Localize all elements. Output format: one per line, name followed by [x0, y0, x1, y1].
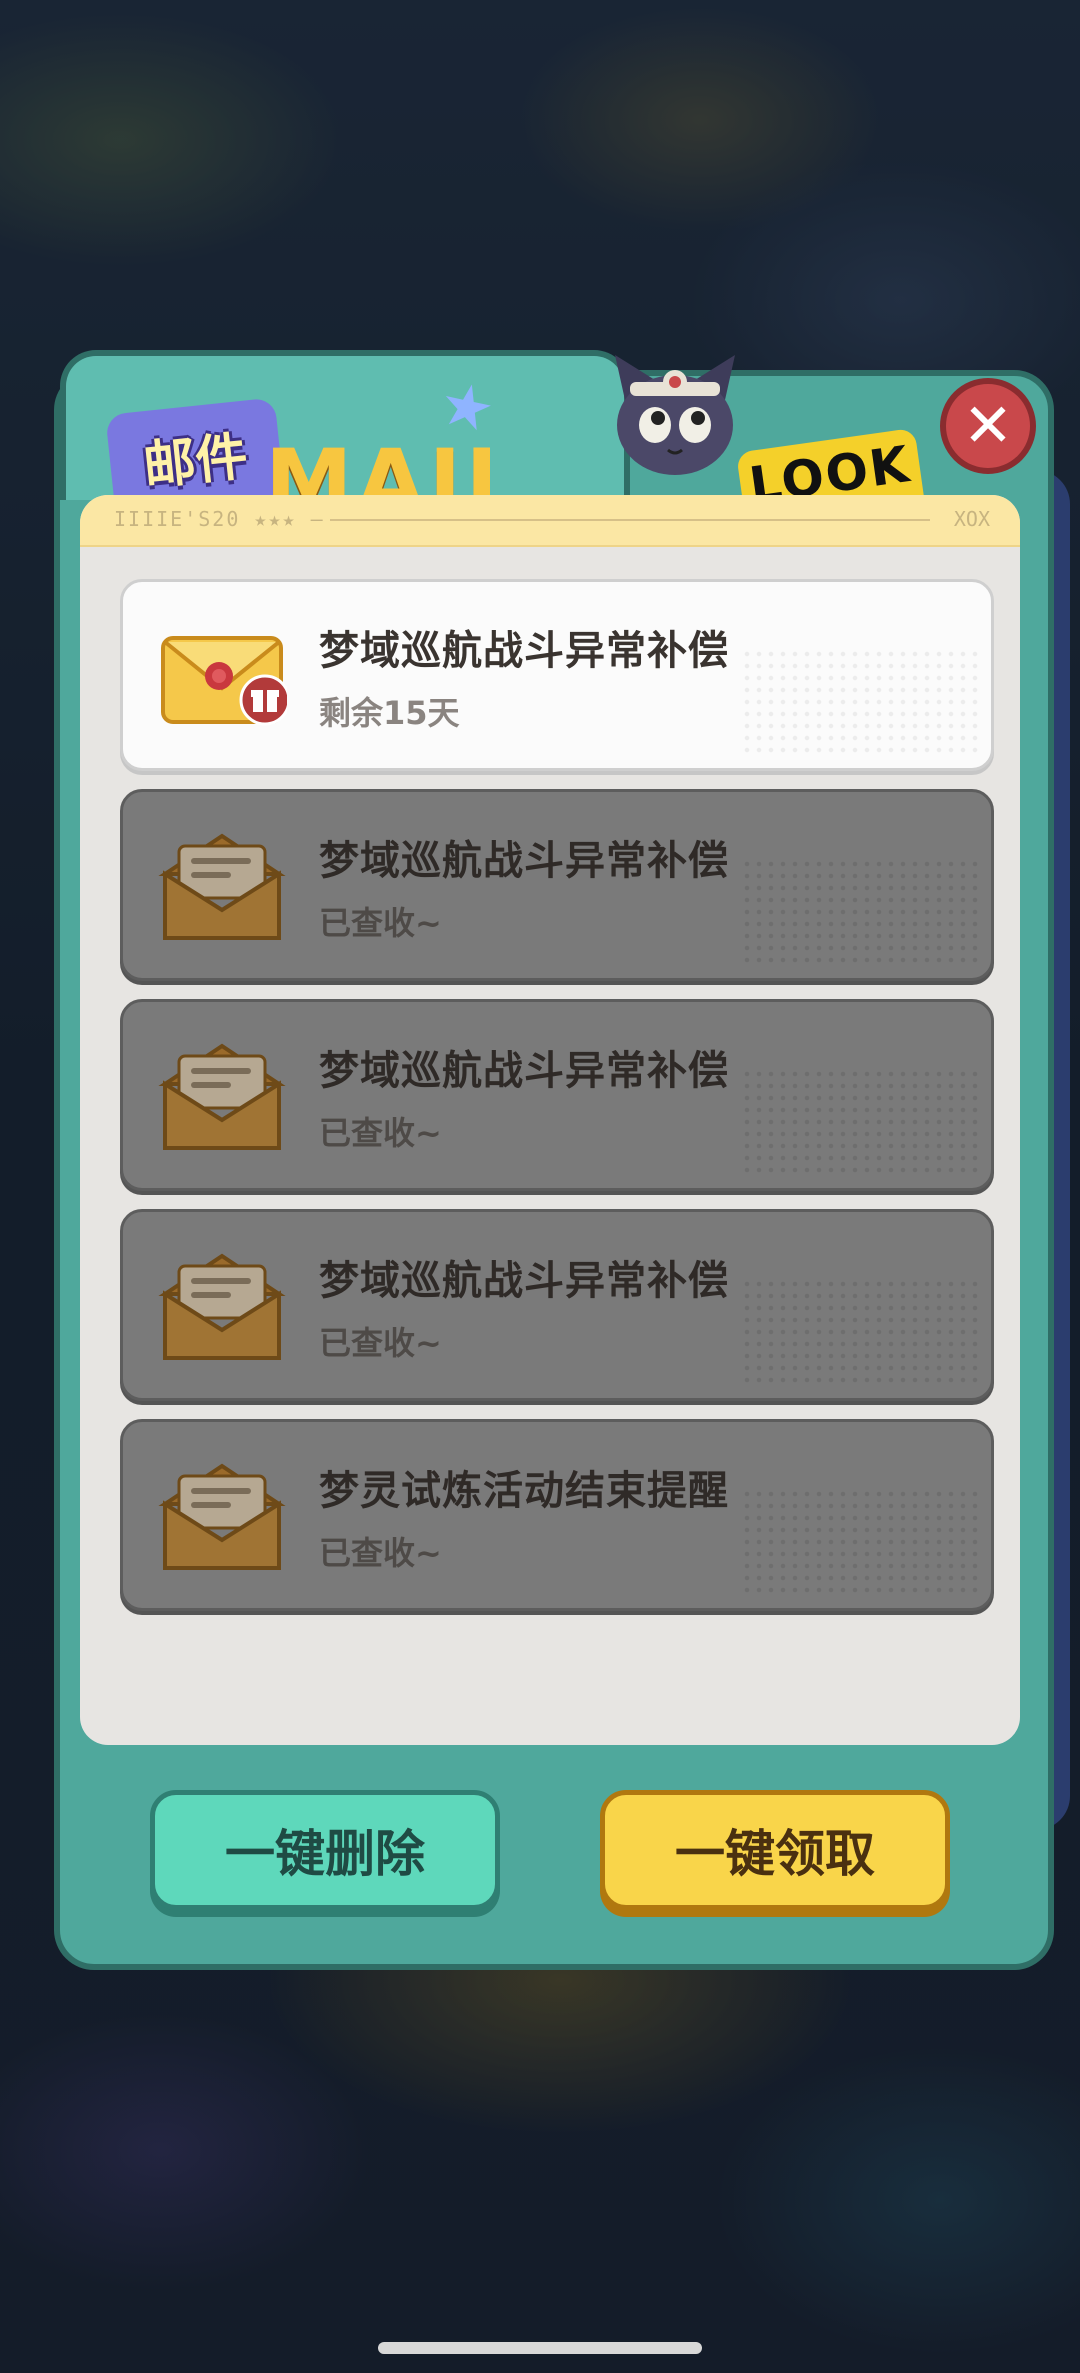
cat-mascot-icon	[615, 355, 735, 475]
strip-decor-end: XOX	[953, 507, 990, 531]
open-envelope-icon	[158, 1253, 286, 1360]
dot-pattern	[741, 1488, 981, 1598]
mail-title: 梦灵试炼活动结束提醒	[319, 1468, 729, 1514]
mail-status: 已查收~	[319, 1324, 442, 1362]
dot-pattern	[741, 648, 981, 758]
open-envelope-icon	[158, 833, 286, 940]
mail-dialog: 邮件 MAIL ★ LOOK ✕ IIIIE'S20 ★★★ — — XOX 梦…	[40, 340, 1070, 1970]
mail-status: 已查收~	[319, 904, 442, 942]
dot-pattern	[741, 1068, 981, 1178]
open-envelope-icon	[158, 1043, 286, 1150]
strip-decor-text: IIIIE'S20 ★★★ — —	[114, 507, 353, 531]
mail-title: 梦域巡航战斗异常补偿	[319, 628, 729, 674]
mail-item[interactable]: 梦域巡航战斗异常补偿 已查收~	[120, 999, 994, 1191]
dot-pattern	[741, 1278, 981, 1388]
delete-all-button[interactable]: 一键删除	[150, 1790, 500, 1910]
close-button[interactable]: ✕	[940, 378, 1036, 474]
open-envelope-icon	[158, 1463, 286, 1570]
content-header-strip: IIIIE'S20 ★★★ — — XOX	[80, 495, 1020, 547]
star-icon: ★	[433, 367, 501, 448]
mail-status: 已查收~	[319, 1114, 442, 1152]
mail-item[interactable]: 梦域巡航战斗异常补偿 已查收~	[120, 789, 994, 981]
mail-item[interactable]: 梦灵试炼活动结束提醒 已查收~	[120, 1419, 994, 1611]
dot-pattern	[741, 858, 981, 968]
strip-divider	[330, 519, 930, 521]
gift-icon	[239, 674, 287, 726]
claim-all-button[interactable]: 一键领取	[600, 1790, 950, 1910]
mail-status: 剩余15天	[319, 694, 460, 732]
mail-item[interactable]: 梦域巡航战斗异常补偿 剩余15天	[120, 579, 994, 771]
mail-list: 梦域巡航战斗异常补偿 剩余15天 梦域巡航战斗异常补偿 已查收~ 梦域巡航战斗异…	[120, 579, 994, 1629]
mail-title: 梦域巡航战斗异常补偿	[319, 1258, 729, 1304]
dialog-title: 邮件	[140, 426, 251, 497]
close-icon: ✕	[962, 391, 1014, 461]
mail-item[interactable]: 梦域巡航战斗异常补偿 已查收~	[120, 1209, 994, 1401]
mail-title: 梦域巡航战斗异常补偿	[319, 1048, 729, 1094]
mail-title: 梦域巡航战斗异常补偿	[319, 838, 729, 884]
mail-status: 已查收~	[319, 1534, 442, 1572]
sealed-envelope-icon	[161, 636, 287, 726]
home-indicator[interactable]	[378, 2342, 702, 2354]
mail-content-area: IIIIE'S20 ★★★ — — XOX 梦域巡航战斗异常补偿 剩余15天 梦…	[80, 495, 1020, 1745]
